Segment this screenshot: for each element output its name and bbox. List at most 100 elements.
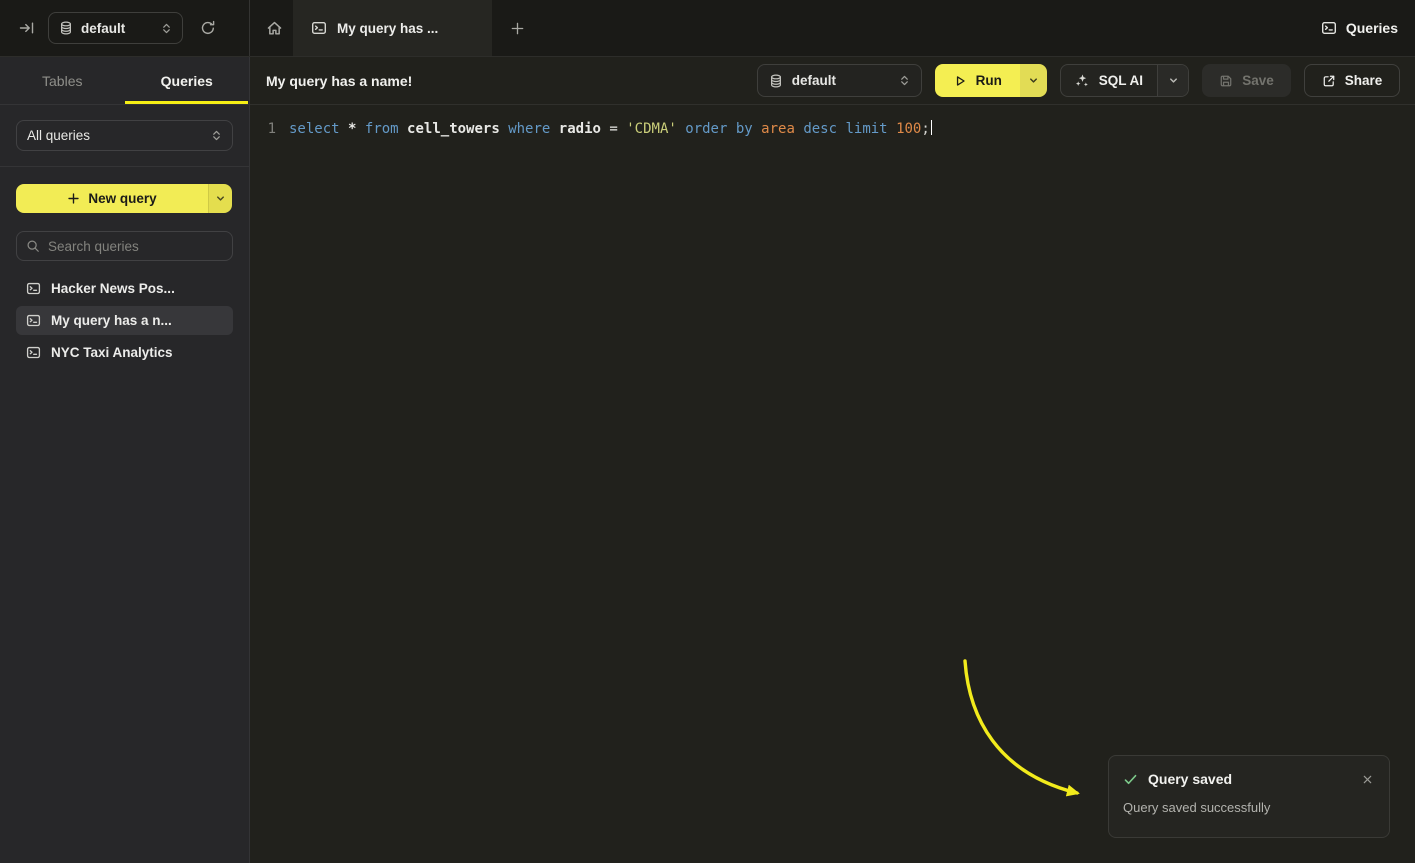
topbar-database-value: default (81, 21, 153, 36)
query-item-label: Hacker News Pos... (51, 281, 175, 296)
tab-my-query[interactable]: My query has ... (293, 0, 492, 56)
collapse-sidebar-icon (19, 20, 35, 36)
close-icon (1362, 774, 1373, 785)
code-token (888, 121, 896, 137)
query-icon (26, 281, 41, 296)
code-token (399, 121, 407, 137)
code-token (677, 121, 685, 137)
query-item-label: NYC Taxi Analytics (51, 345, 173, 360)
sql-editor[interactable]: 1 select * from cell_towers where radio … (250, 105, 1415, 140)
play-icon (953, 74, 967, 88)
search-icon (26, 239, 40, 253)
code-token (356, 121, 364, 137)
query-filter-value: All queries (27, 128, 211, 143)
sql-ai-dropdown-toggle[interactable] (1157, 65, 1188, 96)
save-button[interactable]: Save (1202, 64, 1291, 97)
topbar-database-selector[interactable]: default (48, 12, 183, 44)
query-icon (26, 313, 41, 328)
toolbar-database-selector[interactable]: default (757, 64, 922, 97)
save-label: Save (1242, 73, 1274, 88)
queries-panel-toggle[interactable]: Queries (1321, 0, 1415, 56)
query-tab-icon (311, 20, 327, 36)
updown-chevron-icon (161, 23, 172, 34)
main-header: My query has a name! default (250, 57, 1415, 105)
tab-strip: My query has ... (250, 0, 1321, 56)
updown-chevron-icon (899, 75, 910, 86)
topbar: default My query has .. (0, 0, 1415, 57)
share-icon (1322, 74, 1336, 88)
sql-ai-label: SQL AI (1099, 73, 1143, 88)
code-line-content[interactable]: select * from cell_towers where radio = … (289, 119, 932, 140)
code-token (500, 121, 508, 137)
line-number: 1 (266, 119, 276, 140)
sidebar-divider (0, 166, 249, 167)
query-list-item[interactable]: My query has a n... (16, 306, 233, 335)
code-token (340, 121, 348, 137)
code-token: from (365, 121, 399, 137)
chevron-down-icon (215, 193, 226, 204)
new-query-label: New query (88, 191, 156, 206)
new-query-button[interactable]: New query (16, 184, 232, 213)
text-cursor (931, 120, 933, 135)
database-icon (769, 74, 783, 88)
new-query-main[interactable]: New query (16, 184, 208, 213)
code-token: = (601, 121, 626, 137)
run-button-main[interactable]: Run (935, 64, 1020, 97)
toast-header: Query saved (1123, 771, 1375, 787)
code-token: area (761, 121, 795, 137)
code-token: desc (803, 121, 837, 137)
refresh-icon (200, 20, 216, 36)
query-icon (26, 345, 41, 360)
toast-title: Query saved (1148, 771, 1352, 787)
sql-ai-main[interactable]: SQL AI (1061, 65, 1157, 96)
query-item-label: My query has a n... (51, 313, 172, 328)
sidebar-tab-queries[interactable]: Queries (125, 57, 250, 104)
sql-ai-button[interactable]: SQL AI (1060, 64, 1189, 97)
run-button[interactable]: Run (935, 64, 1047, 97)
chevron-down-icon (1028, 75, 1039, 86)
code-token: select (289, 121, 340, 137)
sidebar: Tables Queries All queries New query (0, 57, 250, 863)
search-queries-box (16, 231, 233, 261)
code-token: order (685, 121, 727, 137)
run-dropdown-toggle[interactable] (1020, 64, 1047, 97)
toolbar: default Run (757, 64, 1400, 97)
refresh-button[interactable] (200, 20, 216, 36)
code-token: cell_towers (407, 121, 500, 137)
query-list-item[interactable]: Hacker News Pos... (16, 274, 233, 303)
ai-sparkles-icon (1075, 73, 1090, 88)
updown-chevron-icon (211, 130, 222, 141)
code-token: radio (559, 121, 601, 137)
collapse-sidebar-button[interactable] (19, 20, 35, 36)
toolbar-database-value: default (792, 73, 890, 88)
main-area: My query has a name! default (250, 57, 1415, 863)
sidebar-tabs: Tables Queries (0, 57, 249, 105)
tab-label: My query has ... (337, 21, 438, 36)
new-query-dropdown-toggle[interactable] (208, 184, 232, 213)
code-token (727, 121, 735, 137)
query-list-item[interactable]: NYC Taxi Analytics (16, 338, 233, 367)
new-tab-button[interactable] (510, 21, 525, 36)
queries-panel-label: Queries (1346, 20, 1398, 36)
toast-message: Query saved successfully (1123, 800, 1375, 815)
query-title: My query has a name! (266, 73, 757, 89)
code-token (550, 121, 558, 137)
code-token (753, 121, 761, 137)
active-tab-underline (125, 101, 248, 104)
code-token: by (736, 121, 753, 137)
share-button[interactable]: Share (1304, 64, 1400, 97)
toast-query-saved: Query saved Query saved successfully (1108, 755, 1390, 838)
sidebar-tab-tables[interactable]: Tables (0, 57, 125, 104)
home-button[interactable] (266, 20, 283, 37)
code-token: ; (921, 121, 929, 137)
query-filter-select[interactable]: All queries (16, 120, 233, 151)
save-icon (1219, 74, 1233, 88)
plus-icon (67, 192, 80, 205)
app-root: default My query has .. (0, 0, 1415, 863)
code-token: where (508, 121, 550, 137)
home-icon (266, 20, 283, 37)
topbar-left-section: default (0, 0, 250, 56)
search-queries-input[interactable] (48, 239, 223, 254)
check-icon (1123, 772, 1138, 787)
toast-close-button[interactable] (1362, 774, 1373, 785)
